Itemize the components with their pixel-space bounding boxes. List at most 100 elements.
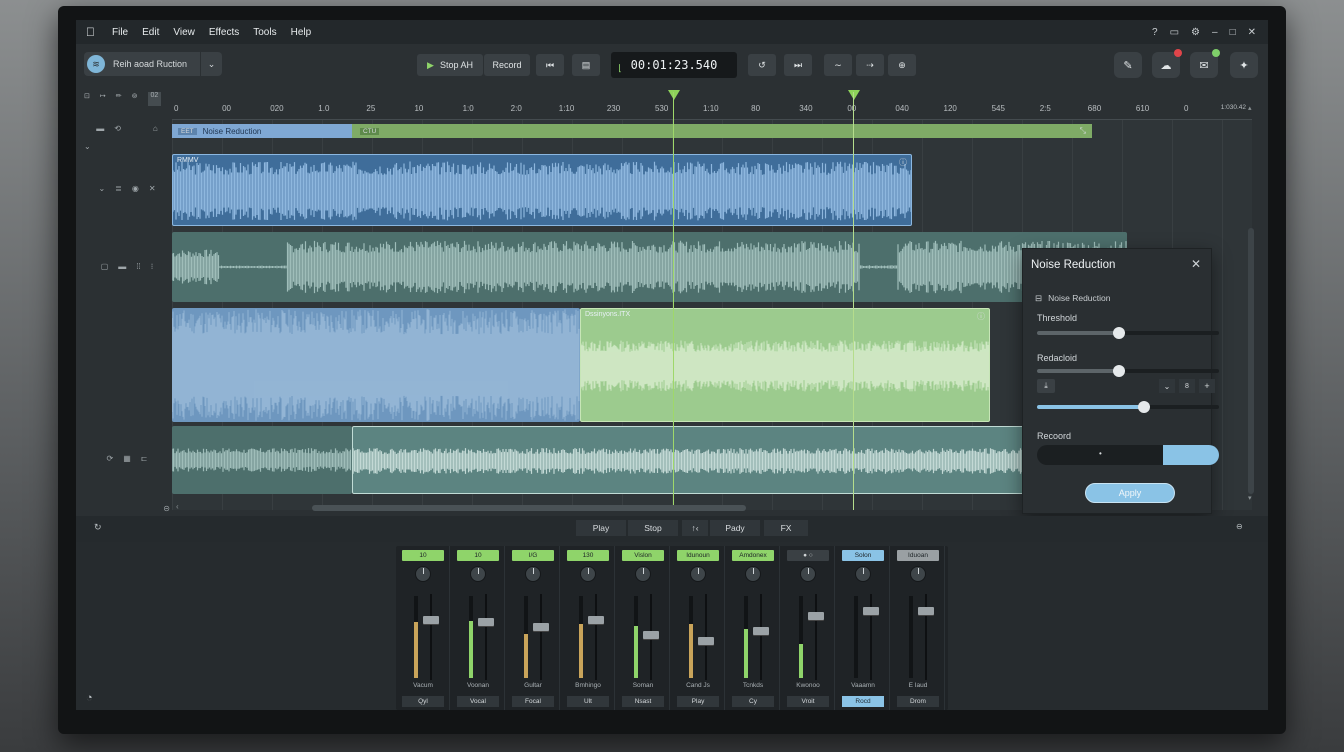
undo-icon[interactable]: ↺ xyxy=(748,54,776,76)
stepper-up-icon[interactable]: + xyxy=(1199,379,1215,393)
audio-clip-4b[interactable] xyxy=(352,426,1032,494)
label-clip-green[interactable]: CTU ⤡ xyxy=(352,124,1092,138)
settings-toggle-icon[interactable]: ⊖ xyxy=(1236,522,1243,531)
fade-icon[interactable]: ⤡ xyxy=(1080,126,1086,136)
fader-handle[interactable] xyxy=(808,611,824,620)
menu-effects[interactable]: Effects xyxy=(209,27,239,38)
stepper-down-icon[interactable]: ⌄ xyxy=(1159,379,1175,393)
channel-route-button[interactable]: Qyl xyxy=(402,696,444,707)
loop-end-marker[interactable] xyxy=(848,90,860,100)
fader-handle[interactable] xyxy=(478,617,494,626)
scroll-down-icon[interactable]: ▾ xyxy=(1248,494,1252,502)
channel-route-button[interactable]: Focal xyxy=(512,696,554,707)
folder-icon[interactable]: ▬ xyxy=(96,124,104,133)
channel-top-button[interactable]: 130 xyxy=(567,550,609,561)
fader-handle[interactable] xyxy=(588,615,604,624)
pan-knob[interactable] xyxy=(855,566,871,582)
fader-handle[interactable] xyxy=(423,615,439,624)
wave-icon[interactable]: ∼ xyxy=(824,54,852,76)
pen-tool-icon[interactable]: ✎ xyxy=(1114,52,1142,78)
gear-icon[interactable]: ⚙ xyxy=(1191,27,1200,38)
pencil-tool-icon[interactable]: ✏ xyxy=(116,92,122,106)
channel-route-button[interactable]: Cy xyxy=(732,696,774,707)
display-icon[interactable]: ▭ xyxy=(1170,27,1179,38)
pan-knob[interactable] xyxy=(525,566,541,582)
pan-knob[interactable] xyxy=(690,566,706,582)
lock-icon[interactable]: ⌂ xyxy=(153,124,158,133)
pan-knob[interactable] xyxy=(800,566,816,582)
pan-knob[interactable] xyxy=(470,566,486,582)
fader-track[interactable] xyxy=(760,594,762,680)
apple-icon[interactable]:  xyxy=(86,25,98,39)
clip-icon[interactable]: ▢ xyxy=(101,262,109,271)
record-button[interactable]: Record xyxy=(484,54,530,76)
stepper-value[interactable]: 8 xyxy=(1179,379,1195,393)
channel-route-button[interactable]: Rocd xyxy=(842,696,884,707)
link-icon[interactable]: ⟲ xyxy=(114,124,121,133)
pan-knob[interactable] xyxy=(580,566,596,582)
channel-top-button[interactable]: Amdonex xyxy=(732,550,774,561)
audio-clip-4a[interactable] xyxy=(172,426,352,494)
timeline-ruler[interactable]: 1:030.42 0 00 020 1.0 25 10 1:0 2:0 1:10 230 530 1:… xyxy=(172,102,1252,120)
threshold-slider[interactable] xyxy=(1037,327,1219,339)
fx-tab[interactable]: FX xyxy=(764,520,808,536)
chevron-down-icon[interactable]: ⌄ xyxy=(200,52,222,76)
loop-icon[interactable]: ⟳ xyxy=(107,454,114,463)
fader-handle[interactable] xyxy=(753,626,769,635)
fader-track[interactable] xyxy=(430,594,432,680)
fader-track[interactable] xyxy=(595,594,597,680)
audio-clip-1[interactable]: RMMV ⓘ xyxy=(172,154,912,226)
play-tab[interactable]: Play xyxy=(576,520,626,536)
ready-tab[interactable]: Pady xyxy=(710,520,760,536)
fader-handle[interactable] xyxy=(863,607,879,616)
pan-knob[interactable] xyxy=(415,566,431,582)
loop-list-icon[interactable]: ▤ xyxy=(572,54,600,76)
reduction-thumb[interactable] xyxy=(1112,365,1125,377)
scroll-left-icon[interactable]: ‹ xyxy=(176,502,179,511)
horizontal-scroll-thumb[interactable] xyxy=(312,505,746,511)
play-button[interactable]: ▶ Stop AH xyxy=(417,54,483,76)
channel-top-button[interactable]: Solon xyxy=(842,550,884,561)
channel-route-button[interactable]: Nsast xyxy=(622,696,664,707)
fader-handle[interactable] xyxy=(533,622,549,631)
arrow-tool-icon[interactable]: ↦ xyxy=(100,92,106,106)
pan-knob[interactable] xyxy=(910,566,926,582)
channel-top-button[interactable]: 10 xyxy=(402,550,444,561)
fader-handle[interactable] xyxy=(643,631,659,640)
folder-icon[interactable]: ▬ xyxy=(118,262,126,271)
fader-track[interactable] xyxy=(540,594,542,680)
zoom-circle-icon[interactable]: ⊝ xyxy=(84,504,170,513)
project-selector[interactable]: ≋ Reih aoad Ruction ⌄ xyxy=(84,52,222,76)
close-icon[interactable]: ✕ xyxy=(1191,257,1201,271)
channel-route-button[interactable]: Vocal xyxy=(457,696,499,707)
channel-top-button[interactable]: Vislon xyxy=(622,550,664,561)
pan-knob[interactable] xyxy=(635,566,651,582)
refresh-icon[interactable]: ↻ xyxy=(94,522,102,533)
marker-tab[interactable]: ↑‹ xyxy=(682,520,708,536)
channel-route-button[interactable]: Vroit xyxy=(787,696,829,707)
audio-clip-3-noise[interactable] xyxy=(172,308,580,422)
fader-track[interactable] xyxy=(815,594,817,680)
input-icon[interactable]: ⁞⁞ xyxy=(136,262,140,271)
split-icon[interactable]: ⇢ xyxy=(856,54,884,76)
help-icon[interactable]: ? xyxy=(1152,27,1158,38)
grid-icon[interactable]: ▦ xyxy=(123,454,131,463)
amount-thumb[interactable] xyxy=(1138,401,1151,413)
skip-forward-icon[interactable]: ⏭ xyxy=(784,54,812,76)
zoom-tool-icon[interactable]: ⊚ xyxy=(132,92,138,106)
minimize-icon[interactable]: – xyxy=(1212,27,1218,38)
expand-icon[interactable]: ⌄ xyxy=(98,184,105,193)
pan-knob[interactable] xyxy=(745,566,761,582)
collapse-toggle[interactable]: ⌄ xyxy=(84,142,170,151)
channel-route-button[interactable]: Play xyxy=(677,696,719,707)
vertical-scrollbar[interactable] xyxy=(1248,228,1254,494)
channel-route-button[interactable]: Drom xyxy=(897,696,939,707)
label-clip[interactable]: EET Noise Reduction xyxy=(172,124,352,138)
cloud-icon[interactable]: ☁ xyxy=(1152,49,1182,78)
audio-clip-3-processed[interactable]: Dssinyons.ITX ⓘ xyxy=(580,308,990,422)
menu-help[interactable]: Help xyxy=(291,27,312,38)
close-icon[interactable]: ✕ xyxy=(1248,27,1256,38)
channel-route-button[interactable]: Ult xyxy=(567,696,609,707)
comment-icon[interactable]: ⊏ xyxy=(141,454,148,463)
fader-track[interactable] xyxy=(485,594,487,680)
